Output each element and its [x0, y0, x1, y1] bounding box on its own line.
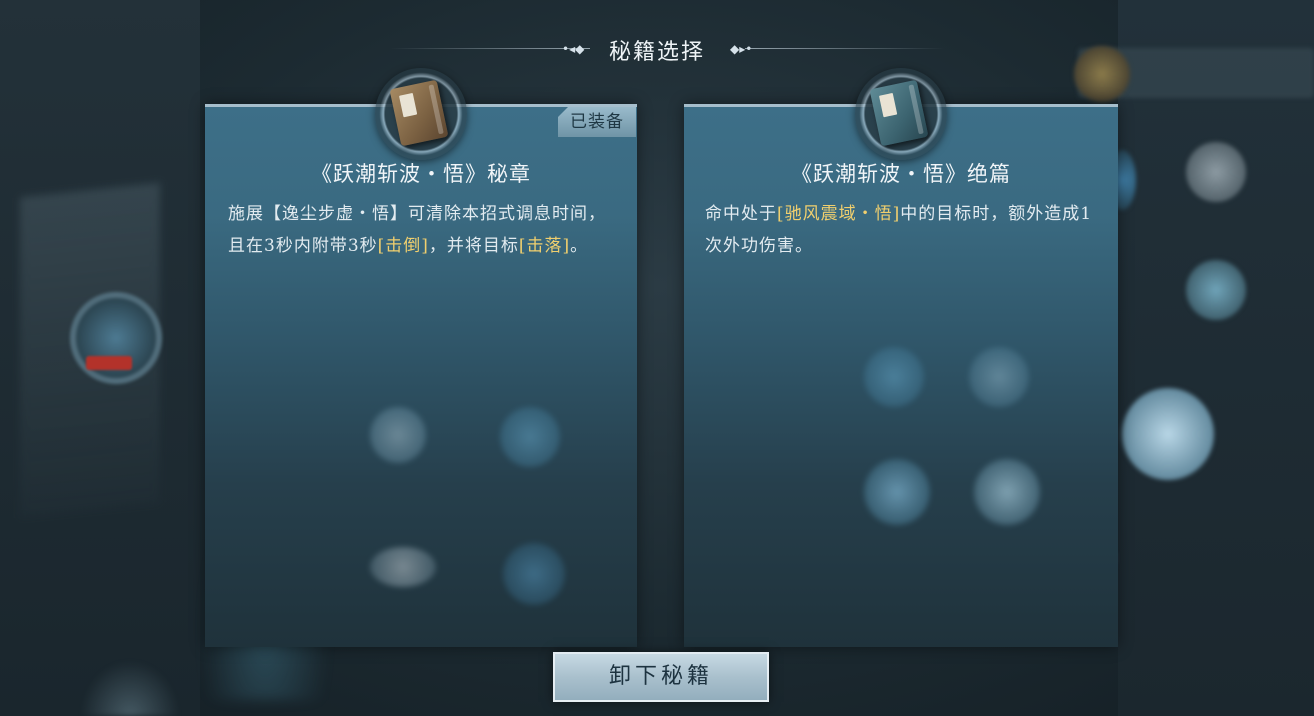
desc-keyword: [驰风震域・悟]	[777, 204, 901, 224]
title-divider-right	[745, 48, 945, 49]
desc-text: 。	[570, 236, 589, 256]
title-ornament-left-icon: •◂◆	[562, 42, 585, 56]
background-skill-icon	[1186, 142, 1246, 202]
background-skill-icon	[1122, 388, 1214, 480]
secret-book-icon	[869, 79, 929, 147]
background-skill-emblem-icon	[70, 292, 162, 384]
background-skill-icon	[370, 407, 426, 463]
title-ornament-right-icon: ◆▸•	[730, 42, 753, 56]
background-glow-effect	[80, 660, 180, 716]
unload-secret-book-button[interactable]: 卸下秘籍	[553, 652, 769, 702]
equipped-badge: 已装备	[558, 107, 636, 137]
desc-keyword: [击落]	[518, 236, 571, 256]
card-description: 施展【逸尘步虚・悟】可清除本招式调息时间，且在3秒内附带3秒[击倒]，并将目标[…	[228, 198, 620, 262]
page-title: 秘籍选择	[608, 40, 705, 65]
background-skill-icon	[864, 459, 930, 525]
background-skill-icon	[974, 459, 1040, 525]
book-spine-icon	[908, 84, 924, 135]
book-label-icon	[878, 92, 898, 118]
book-icon-frame	[855, 68, 947, 160]
book-spine-icon	[428, 84, 444, 135]
background-left-panel	[0, 0, 200, 716]
background-right-panel	[1074, 0, 1314, 716]
card-title: 《跃潮斩波・悟》秘章	[311, 162, 531, 186]
card-title: 《跃潮斩波・悟》绝篇	[791, 162, 1011, 186]
title-divider-left	[390, 48, 590, 49]
book-label-icon	[398, 92, 418, 118]
desc-text: 命中处于	[705, 204, 777, 224]
background-skill-icon	[969, 347, 1029, 407]
card-description: 命中处于[驰风震域・悟]中的目标时，额外造成1次外功伤害。	[705, 198, 1100, 262]
desc-keyword: [击倒]	[377, 236, 429, 256]
secret-book-icon	[389, 79, 449, 147]
background-skill-icon	[370, 547, 436, 587]
background-skill-icon	[864, 347, 924, 407]
background-skill-icon	[503, 543, 565, 605]
background-skill-icon	[1186, 260, 1246, 320]
background-skill-icon	[500, 407, 560, 467]
background-header-badge-icon	[1074, 46, 1130, 102]
background-emblem-tag	[86, 356, 132, 370]
desc-text: ，并将目标	[428, 236, 519, 256]
book-icon-frame	[375, 68, 467, 160]
